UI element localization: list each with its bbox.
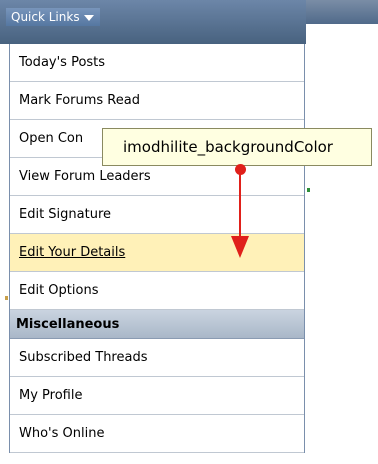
menu-section-heading: Miscellaneous [10,310,304,339]
menu-item-my-profile[interactable]: My Profile [10,377,304,415]
menu-item-mark-forums-read[interactable]: Mark Forums Read [10,82,304,120]
page-header-strip [306,0,378,24]
quick-links-button[interactable]: Quick Links [6,8,100,26]
caret-down-icon[interactable] [83,14,94,21]
annotation-tooltip: imodhilite_backgroundColor [102,128,372,166]
menu-item-todays-posts[interactable]: Today's Posts [10,44,304,82]
menu-item-whos-online[interactable]: Who's Online [10,415,304,453]
annotation-arrow-head-icon [231,236,249,258]
forum-page: Quick Links Today's Posts Mark Forums Re… [0,0,378,464]
annotation-arrow-line [239,170,241,238]
menu-item-edit-your-details[interactable]: Edit Your Details [10,234,304,272]
background-fragment [307,188,310,192]
menu-item-edit-options[interactable]: Edit Options [10,272,304,310]
background-fragment [5,296,8,300]
quick-links-menu: Today's Posts Mark Forums Read Open Con … [9,44,305,453]
quick-links-bar: Quick Links [0,0,306,44]
quick-links-label: Quick Links [11,10,80,24]
menu-item-edit-signature[interactable]: Edit Signature [10,196,304,234]
menu-item-subscribed-threads[interactable]: Subscribed Threads [10,339,304,377]
